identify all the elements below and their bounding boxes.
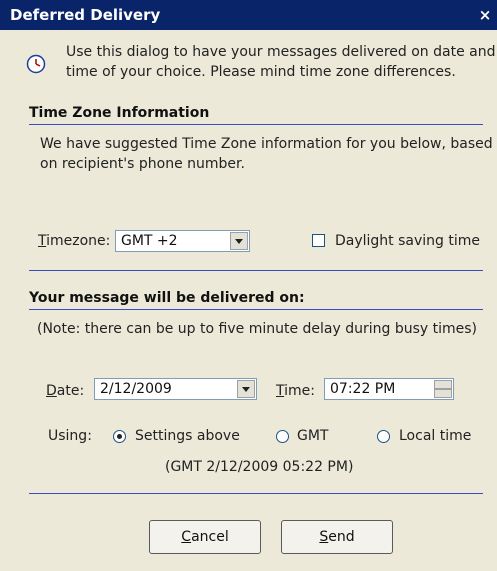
time-input[interactable]: 07:22 PM bbox=[324, 378, 454, 400]
dialog-body: Use this dialog to have your messages de… bbox=[0, 30, 497, 571]
timezone-section-header: Time Zone Information bbox=[29, 105, 210, 121]
daylight-saving-checkbox[interactable] bbox=[312, 234, 325, 247]
timezone-select[interactable]: GMT +2 bbox=[115, 230, 250, 252]
date-picker[interactable]: 2/12/2009 bbox=[94, 378, 257, 400]
intro-line-1: Use this dialog to have your messages de… bbox=[66, 44, 496, 60]
send-button[interactable]: Send bbox=[281, 520, 393, 554]
timezone-desc-line-1: We have suggested Time Zone information … bbox=[40, 136, 493, 152]
close-icon[interactable]: × bbox=[475, 6, 495, 24]
date-value: 2/12/2009 bbox=[100, 381, 172, 397]
using-label: Using: bbox=[48, 428, 92, 444]
spin-up-button[interactable] bbox=[434, 380, 452, 389]
spin-down-button[interactable] bbox=[434, 389, 452, 398]
time-spinner[interactable] bbox=[434, 380, 452, 398]
intro-line-2: time of your choice. Please mind time zo… bbox=[66, 64, 456, 80]
radio-gmt-label: GMT bbox=[297, 428, 329, 444]
radio-local-time[interactable] bbox=[377, 430, 390, 443]
deferred-delivery-dialog: Deferred Delivery × Use this dialog to h… bbox=[0, 0, 497, 571]
chevron-down-icon[interactable] bbox=[230, 232, 248, 250]
radio-settings-above[interactable] bbox=[113, 430, 126, 443]
section-divider bbox=[29, 493, 483, 494]
time-label: Time: bbox=[276, 383, 315, 399]
timezone-label: Timezone: bbox=[38, 233, 111, 249]
window-title: Deferred Delivery bbox=[10, 6, 161, 24]
radio-gmt[interactable] bbox=[276, 430, 289, 443]
timezone-value: GMT +2 bbox=[121, 233, 178, 249]
radio-local-time-label: Local time bbox=[399, 428, 472, 444]
chevron-down-icon[interactable] bbox=[237, 380, 255, 398]
section-divider bbox=[29, 124, 483, 125]
timezone-desc-line-2: on recipient's phone number. bbox=[40, 156, 245, 172]
time-value: 07:22 PM bbox=[330, 381, 396, 397]
cancel-button[interactable]: Cancel bbox=[149, 520, 261, 554]
clock-icon bbox=[26, 54, 46, 74]
section-divider bbox=[29, 309, 483, 310]
radio-settings-above-label: Settings above bbox=[135, 428, 240, 444]
computed-gmt-time: (GMT 2/12/2009 05:22 PM) bbox=[165, 459, 354, 475]
date-label: Date: bbox=[46, 383, 85, 399]
delivery-note: (Note: there can be up to five minute de… bbox=[37, 321, 478, 337]
delivery-section-header: Your message will be delivered on: bbox=[29, 290, 305, 306]
daylight-saving-label: Daylight saving time bbox=[335, 233, 481, 249]
section-divider bbox=[29, 270, 483, 271]
title-bar[interactable]: Deferred Delivery × bbox=[0, 0, 497, 30]
